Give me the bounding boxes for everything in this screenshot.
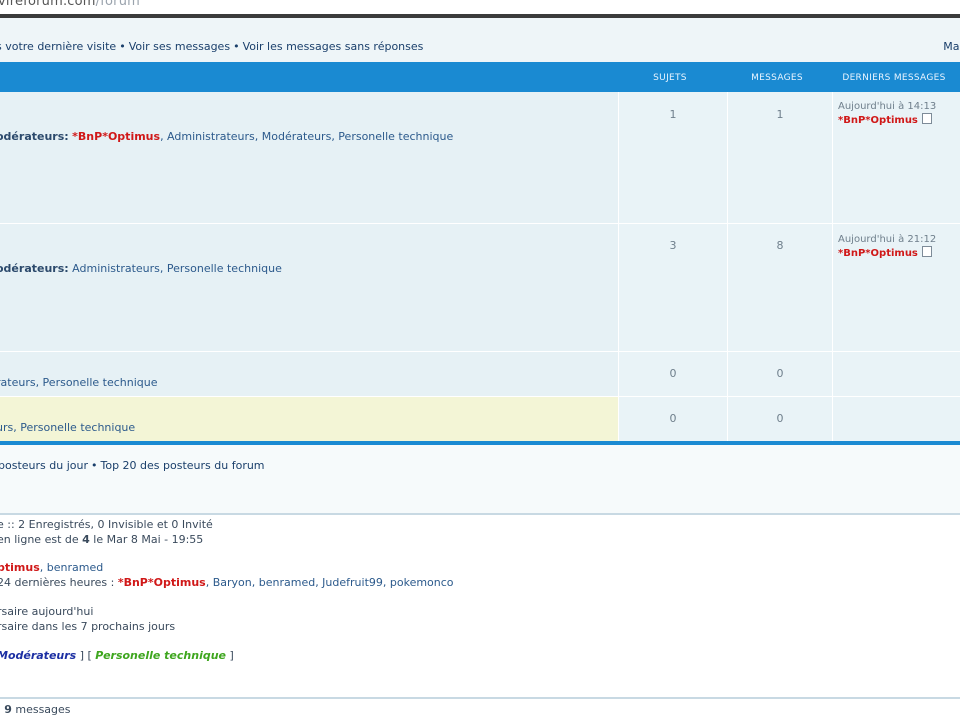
groups-legend: Modérateurs ] [ Personelle technique ]	[0, 649, 234, 662]
moderators-list[interactable]: urs, Personelle technique	[0, 421, 135, 434]
nav-link-my-messages[interactable]: Voir ses messages	[129, 40, 230, 53]
nav-separator: •	[90, 459, 98, 472]
sujets-cell: 0	[618, 352, 727, 396]
sujets-count: 1	[669, 108, 677, 121]
browser-url-area: vireforum.com/forum	[0, 0, 960, 14]
posters-links: posteurs du jour • Top 20 des posteurs du …	[0, 459, 265, 472]
group-moderateurs[interactable]: Modérateurs	[0, 649, 76, 662]
last-post-info: Aujourd'hui à 21:12 *BnP*Optimus	[838, 233, 936, 260]
last-post-info: Aujourd'hui à 14:13 *BnP*Optimus	[838, 100, 936, 127]
messages-count: 0	[776, 367, 784, 380]
sujets-count: 3	[669, 239, 677, 252]
user-link-optimus[interactable]: *BnP*Optimus	[118, 576, 206, 589]
nav-separator: •	[119, 40, 126, 53]
moderators-line: urs, Personelle technique	[0, 421, 135, 434]
messages-count: 1	[776, 108, 784, 121]
sujets-count: 0	[669, 367, 677, 380]
last-post-user[interactable]: *BnP*Optimus	[838, 248, 918, 259]
forum-row: rateurs, Personelle technique 0 0	[0, 352, 960, 397]
posters-box: posteurs du jour • Top 20 des posteurs du …	[0, 445, 960, 515]
who-is-online-box: e :: 2 Enregistrés, 0 Invisible et 0 Inv…	[0, 515, 960, 699]
forum-row-highlighted: urs, Personelle technique 0 0	[0, 397, 960, 442]
birthday-week-line: rsaire dans les 7 prochains jours	[0, 620, 176, 633]
moderators-line: rateurs, Personelle technique	[0, 376, 158, 389]
footer-stats: : 9 messages	[0, 699, 960, 720]
last-post-time: Aujourd'hui à 21:12	[838, 234, 937, 245]
forum-row: odérateurs: Administrateurs, Personelle …	[0, 224, 960, 352]
link-posters-today[interactable]: posteurs du jour	[0, 459, 88, 472]
online-count-line: e :: 2 Enregistrés, 0 Invisible et 0 Inv…	[0, 518, 213, 531]
birthday-today-line: rsaire aujourd'hui	[0, 605, 94, 618]
nav-link-since-last-visit[interactable]: s votre dernière visite	[0, 40, 116, 53]
messages-count: 0	[776, 412, 784, 425]
header-sujets: SUJETS	[653, 73, 687, 83]
moderator-link-optimus[interactable]: *BnP*Optimus	[72, 130, 160, 143]
moderators-list[interactable]: rateurs, Personelle technique	[0, 376, 158, 389]
total-messages: : 9 messages	[0, 703, 71, 716]
last-post-cell	[832, 352, 960, 396]
messages-cell: 0	[727, 397, 832, 441]
nav-right-link[interactable]: Mar	[943, 40, 960, 53]
online-users-list[interactable]: , benramed	[40, 561, 103, 574]
moderators-list[interactable]: Administrateurs, Personelle technique	[69, 262, 282, 275]
header-messages: MESSAGES	[751, 73, 803, 83]
nav-links: s votre dernière visite • Voir ses message…	[0, 40, 423, 53]
messages-cell: 0	[727, 352, 832, 396]
messages-cell: 1	[727, 92, 832, 223]
nav-link-unanswered[interactable]: Voir les messages sans réponses	[243, 40, 424, 53]
online-user-optimus[interactable]: ptimus	[0, 561, 40, 574]
site-url[interactable]: vireforum.com/forum	[0, 0, 140, 9]
forum-table-header: SUJETS MESSAGES DERNIERS MESSAGES	[0, 62, 960, 93]
sujets-cell: 3	[618, 224, 727, 351]
sujets-cell: 0	[618, 397, 727, 441]
sujets-count: 0	[669, 412, 677, 425]
last-post-user[interactable]: *BnP*Optimus	[838, 115, 918, 126]
nav-separator: •	[233, 40, 240, 53]
moderators-line: odérateurs: Administrateurs, Personelle …	[0, 262, 282, 275]
forum-row: odérateurs: *BnP*Optimus, Administrateur…	[0, 92, 960, 224]
header-derniers-messages: DERNIERS MESSAGES	[842, 73, 946, 83]
messages-cell: 8	[727, 224, 832, 351]
last-24h-line: 24 dernières heures : *BnP*Optimus, Bary…	[0, 576, 454, 589]
messages-count: 8	[776, 239, 784, 252]
link-top-20-posters[interactable]: Top 20 des posteurs du forum	[100, 459, 264, 472]
goto-last-post-icon[interactable]	[921, 246, 932, 257]
record-line: en ligne est de 4 le Mar 8 Mai - 19:55	[0, 533, 204, 546]
goto-last-post-icon[interactable]	[921, 113, 932, 124]
moderators-list[interactable]: , Administrateurs, Modérateurs, Personel…	[160, 130, 453, 143]
group-personelle-technique[interactable]: Personelle technique	[95, 649, 226, 662]
sujets-cell: 1	[618, 92, 727, 223]
users-24h-list[interactable]: , Baryon, benramed, Judefruit99, pokemon…	[206, 576, 454, 589]
nav-strip: s votre dernière visite • Voir ses message…	[0, 18, 960, 63]
last-post-cell	[832, 397, 960, 441]
last-post-time: Aujourd'hui à 14:13	[838, 101, 937, 112]
online-users-line: ptimus, benramed	[0, 561, 103, 574]
moderators-line: odérateurs: *BnP*Optimus, Administrateur…	[0, 130, 454, 143]
